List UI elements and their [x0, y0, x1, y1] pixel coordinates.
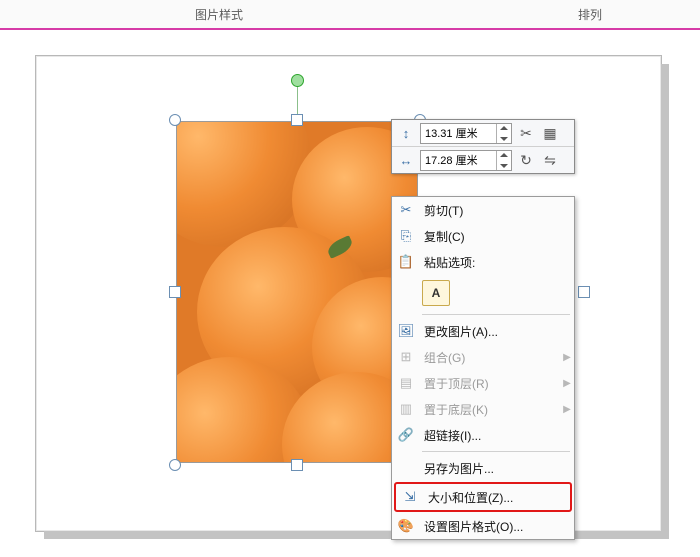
width-input[interactable]: 17.28 厘米 — [420, 150, 512, 171]
menu-size-and-position[interactable]: ⇲ 大小和位置(Z)... — [394, 482, 572, 512]
rotate-icon[interactable]: ↻ — [516, 150, 536, 170]
document-page: ↕ 13.31 厘米 ✂ ▦ ↔ 17.28 厘米 ↻ ⇋ — [35, 55, 662, 532]
format-icon: 🎨 — [392, 513, 420, 539]
size-toolbar: ↕ 13.31 厘米 ✂ ▦ ↔ 17.28 厘米 ↻ ⇋ — [391, 119, 575, 174]
handle-w[interactable] — [169, 286, 181, 298]
rotate-handle[interactable] — [291, 74, 304, 87]
copy-icon: ⎘ — [392, 223, 420, 249]
chevron-right-icon: ▶ — [560, 378, 574, 389]
chevron-right-icon: ▶ — [560, 352, 574, 363]
handle-sw[interactable] — [169, 459, 181, 471]
handle-n[interactable] — [291, 114, 303, 126]
selected-image[interactable] — [176, 121, 418, 463]
reset-icon[interactable]: ▦ — [540, 123, 560, 143]
menu-paste-label: 📋 粘贴选项: — [392, 249, 574, 275]
flip-icon[interactable]: ⇋ — [540, 150, 560, 170]
handle-nw[interactable] — [169, 114, 181, 126]
size-icon: ⇲ — [396, 484, 424, 510]
menu-hyperlink[interactable]: 🔗 超链接(I)... — [392, 422, 574, 448]
ribbon-group-style: 图片样式 — [195, 6, 243, 23]
width-icon: ↔ — [395, 149, 417, 171]
handle-e[interactable] — [578, 286, 590, 298]
menu-cut[interactable]: ✂ 剪切(T) — [392, 197, 574, 223]
chevron-right-icon: ▶ — [560, 404, 574, 415]
menu-send-back: ▥ 置于底层(K) ▶ — [392, 396, 574, 422]
menu-format-picture[interactable]: 🎨 设置图片格式(O)... — [392, 513, 574, 539]
width-spinner[interactable] — [496, 151, 511, 170]
height-icon: ↕ — [395, 122, 417, 144]
scissors-icon: ✂ — [392, 197, 420, 223]
ribbon-group-arrange: 排列 — [578, 6, 602, 23]
menu-change-picture[interactable]: 🖼 更改图片(A)... — [392, 318, 574, 344]
bring-front-icon: ▤ — [392, 370, 420, 396]
paste-option-keep-text[interactable]: A — [422, 280, 450, 306]
crop-icon[interactable]: ✂ — [516, 123, 536, 143]
context-menu: ✂ 剪切(T) ⎘ 复制(C) 📋 粘贴选项: A 🖼 更改图片(A)... ⊞ — [391, 196, 575, 540]
height-spinner[interactable] — [496, 124, 511, 143]
menu-bring-front: ▤ 置于顶层(R) ▶ — [392, 370, 574, 396]
height-value: 13.31 厘米 — [425, 125, 478, 141]
group-icon: ⊞ — [392, 344, 420, 370]
link-icon: 🔗 — [392, 422, 420, 448]
handle-s[interactable] — [291, 459, 303, 471]
menu-group: ⊞ 组合(G) ▶ — [392, 344, 574, 370]
menu-save-as-picture[interactable]: 另存为图片... — [392, 455, 574, 481]
picture-icon: 🖼 — [392, 318, 420, 344]
menu-copy[interactable]: ⎘ 复制(C) — [392, 223, 574, 249]
height-input[interactable]: 13.31 厘米 — [420, 123, 512, 144]
send-back-icon: ▥ — [392, 396, 420, 422]
width-value: 17.28 厘米 — [425, 152, 478, 168]
clipboard-icon: 📋 — [392, 249, 420, 275]
